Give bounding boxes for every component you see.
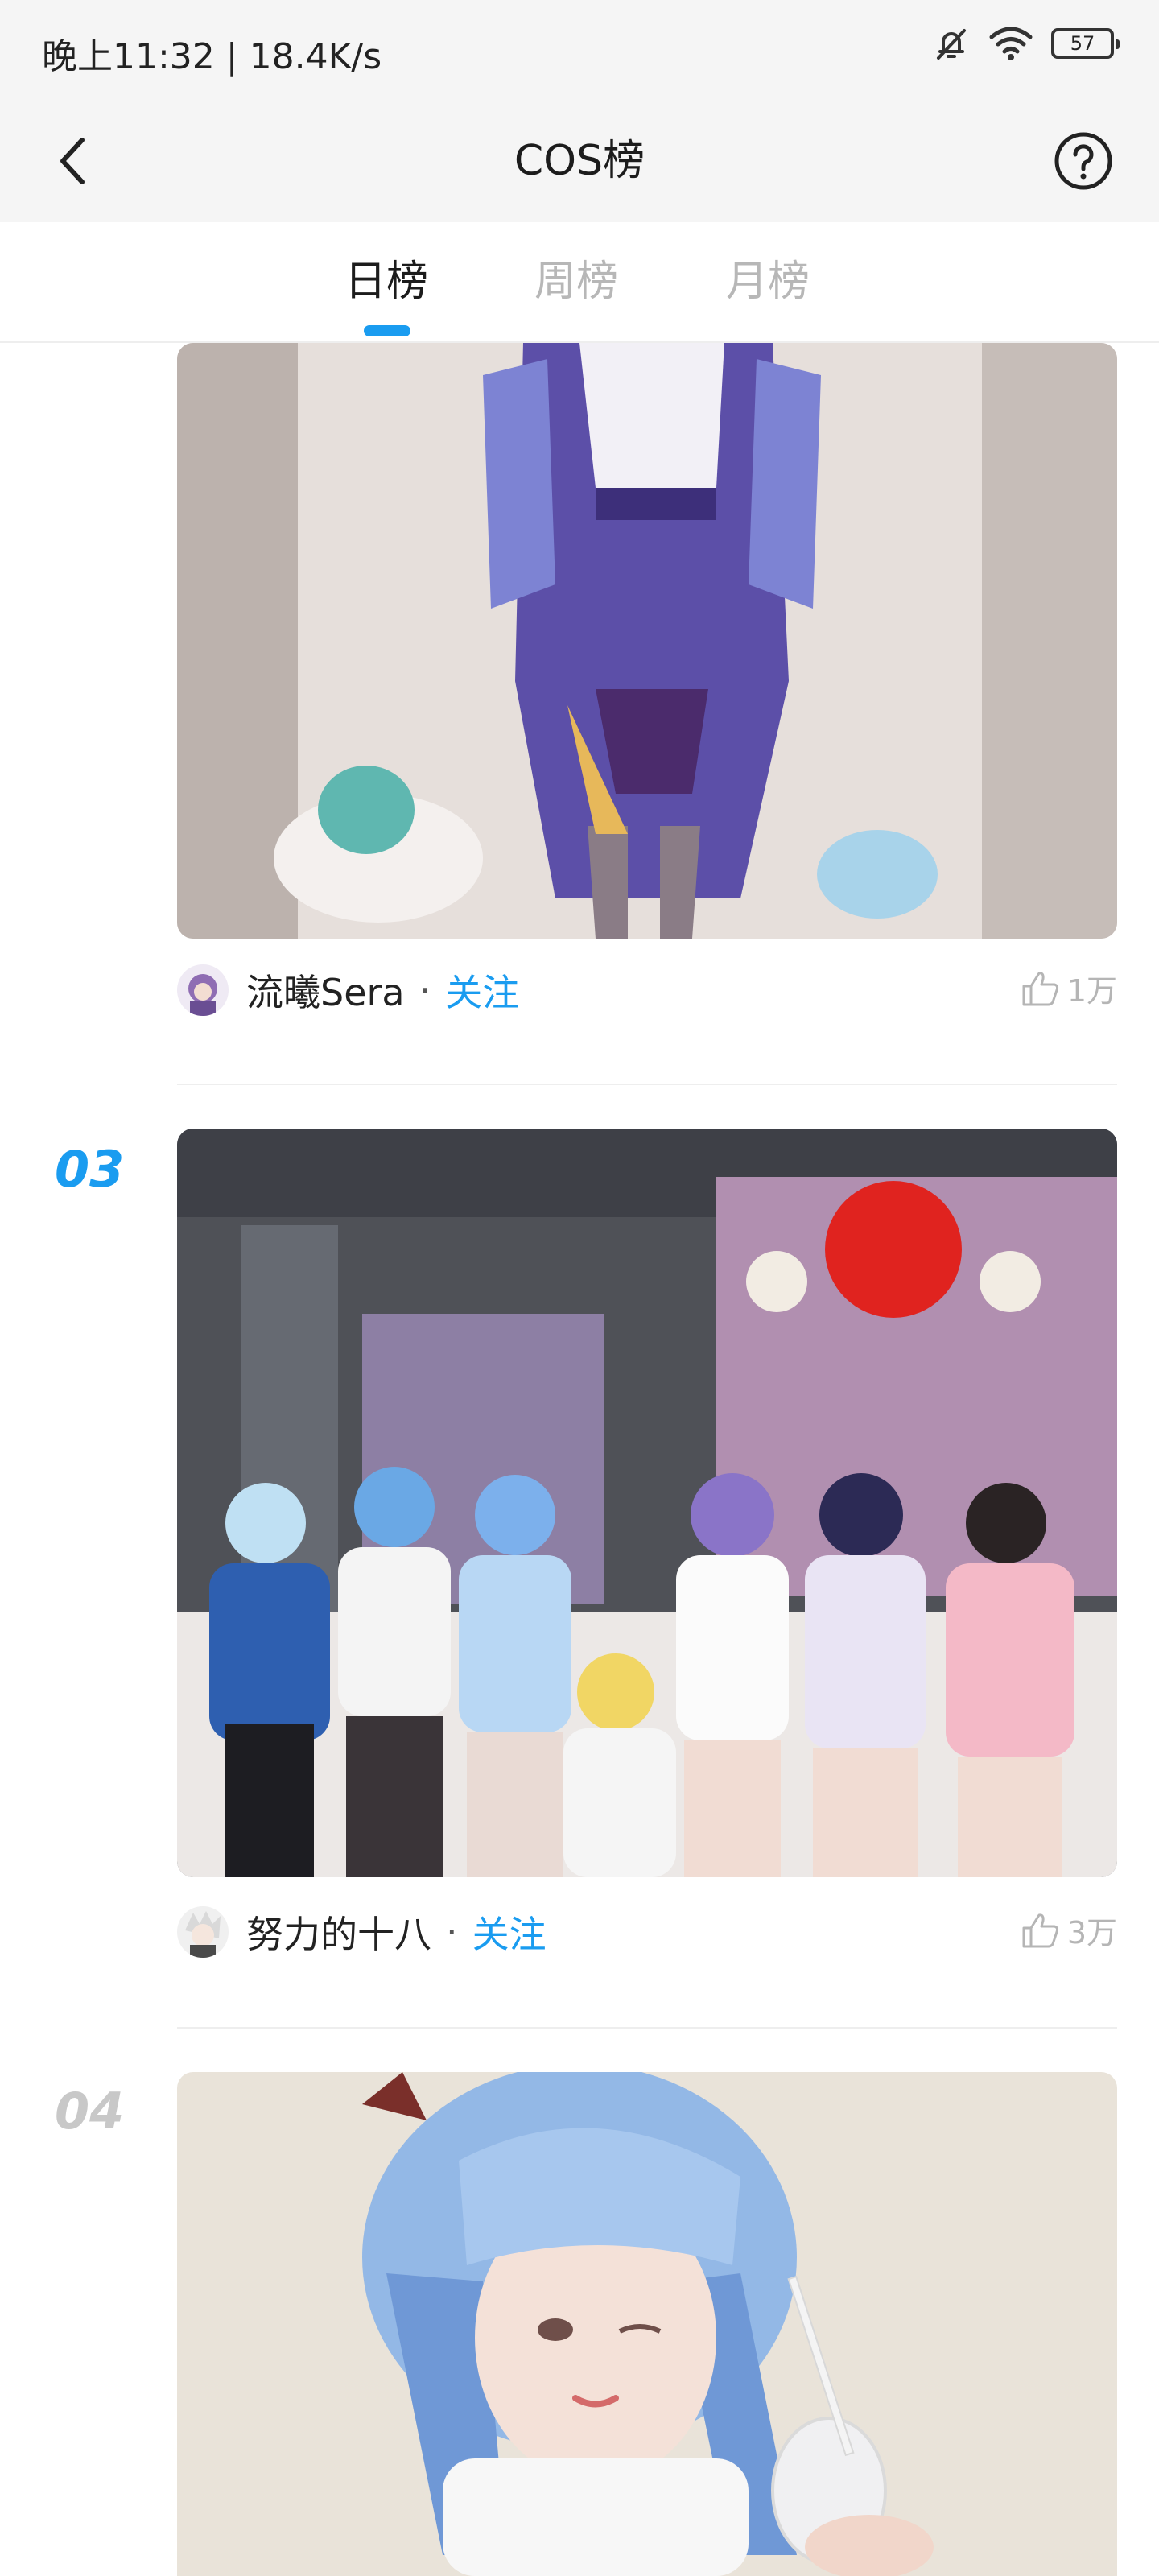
page-title: COS榜 [514, 137, 645, 185]
wifi-icon [989, 27, 1033, 60]
like-count: 1万 [1066, 973, 1117, 1009]
avatar-image [177, 964, 229, 1016]
battery-level: 57 [1070, 32, 1095, 55]
separator-dot: · [446, 1910, 458, 1954]
author-name[interactable]: 流曦Sera [246, 964, 405, 1017]
like-button[interactable]: 1万 [1021, 966, 1117, 1010]
status-time-speed: 晚上11:32 | 18.4K/s [42, 36, 382, 77]
thumbs-up-icon [1022, 1913, 1058, 1947]
cosplay-photo-image [177, 2072, 1117, 2576]
post-author-row: 流曦Sera · 关注 1万 [177, 958, 1117, 1022]
author-avatar[interactable] [177, 1906, 229, 1958]
help-icon[interactable] [1053, 130, 1114, 192]
thumbs-up-icon [1022, 971, 1058, 1005]
author-avatar[interactable] [177, 964, 229, 1016]
tab-monthly[interactable]: 月榜 [726, 253, 810, 311]
battery-icon: 57 [1051, 28, 1120, 59]
like-count: 3万 [1066, 1915, 1117, 1951]
author-name[interactable]: 努力的十八 [246, 1905, 431, 1959]
post-photo[interactable] [177, 1129, 1117, 1877]
follow-button[interactable]: 关注 [472, 1905, 547, 1959]
ranking-tabs: 日榜 周榜 月榜 [0, 222, 1159, 343]
post-divider [177, 1084, 1117, 1085]
muted-bell-icon [937, 29, 966, 60]
follow-button[interactable]: 关注 [445, 964, 519, 1017]
like-button[interactable]: 3万 [1021, 1908, 1117, 1952]
ranking-list[interactable]: 流曦Sera · 关注 1万 03 努力的十八 · 关注 3万 04 [0, 343, 1159, 2576]
status-icons: 57 [932, 24, 1120, 63]
status-bar: 晚上11:32 | 18.4K/s 57 [0, 0, 1159, 100]
tab-daily[interactable]: 日榜 [344, 253, 428, 311]
rank-number: 03 [55, 1140, 125, 1199]
top-bar: COS榜 [0, 100, 1159, 222]
tab-weekly[interactable]: 周榜 [534, 253, 618, 311]
cosplay-photo-image [177, 343, 1117, 939]
separator-dot: · [419, 968, 431, 1012]
tab-active-indicator [364, 325, 410, 336]
avatar-image [177, 1906, 229, 1958]
post-photo[interactable] [177, 2072, 1117, 2576]
post-photo[interactable] [177, 343, 1117, 939]
rank-number: 04 [55, 2082, 125, 2140]
post-divider [177, 2027, 1117, 2029]
cosplay-photo-image [177, 1129, 1117, 1877]
post-author-row: 努力的十八 · 关注 3万 [177, 1900, 1117, 1964]
